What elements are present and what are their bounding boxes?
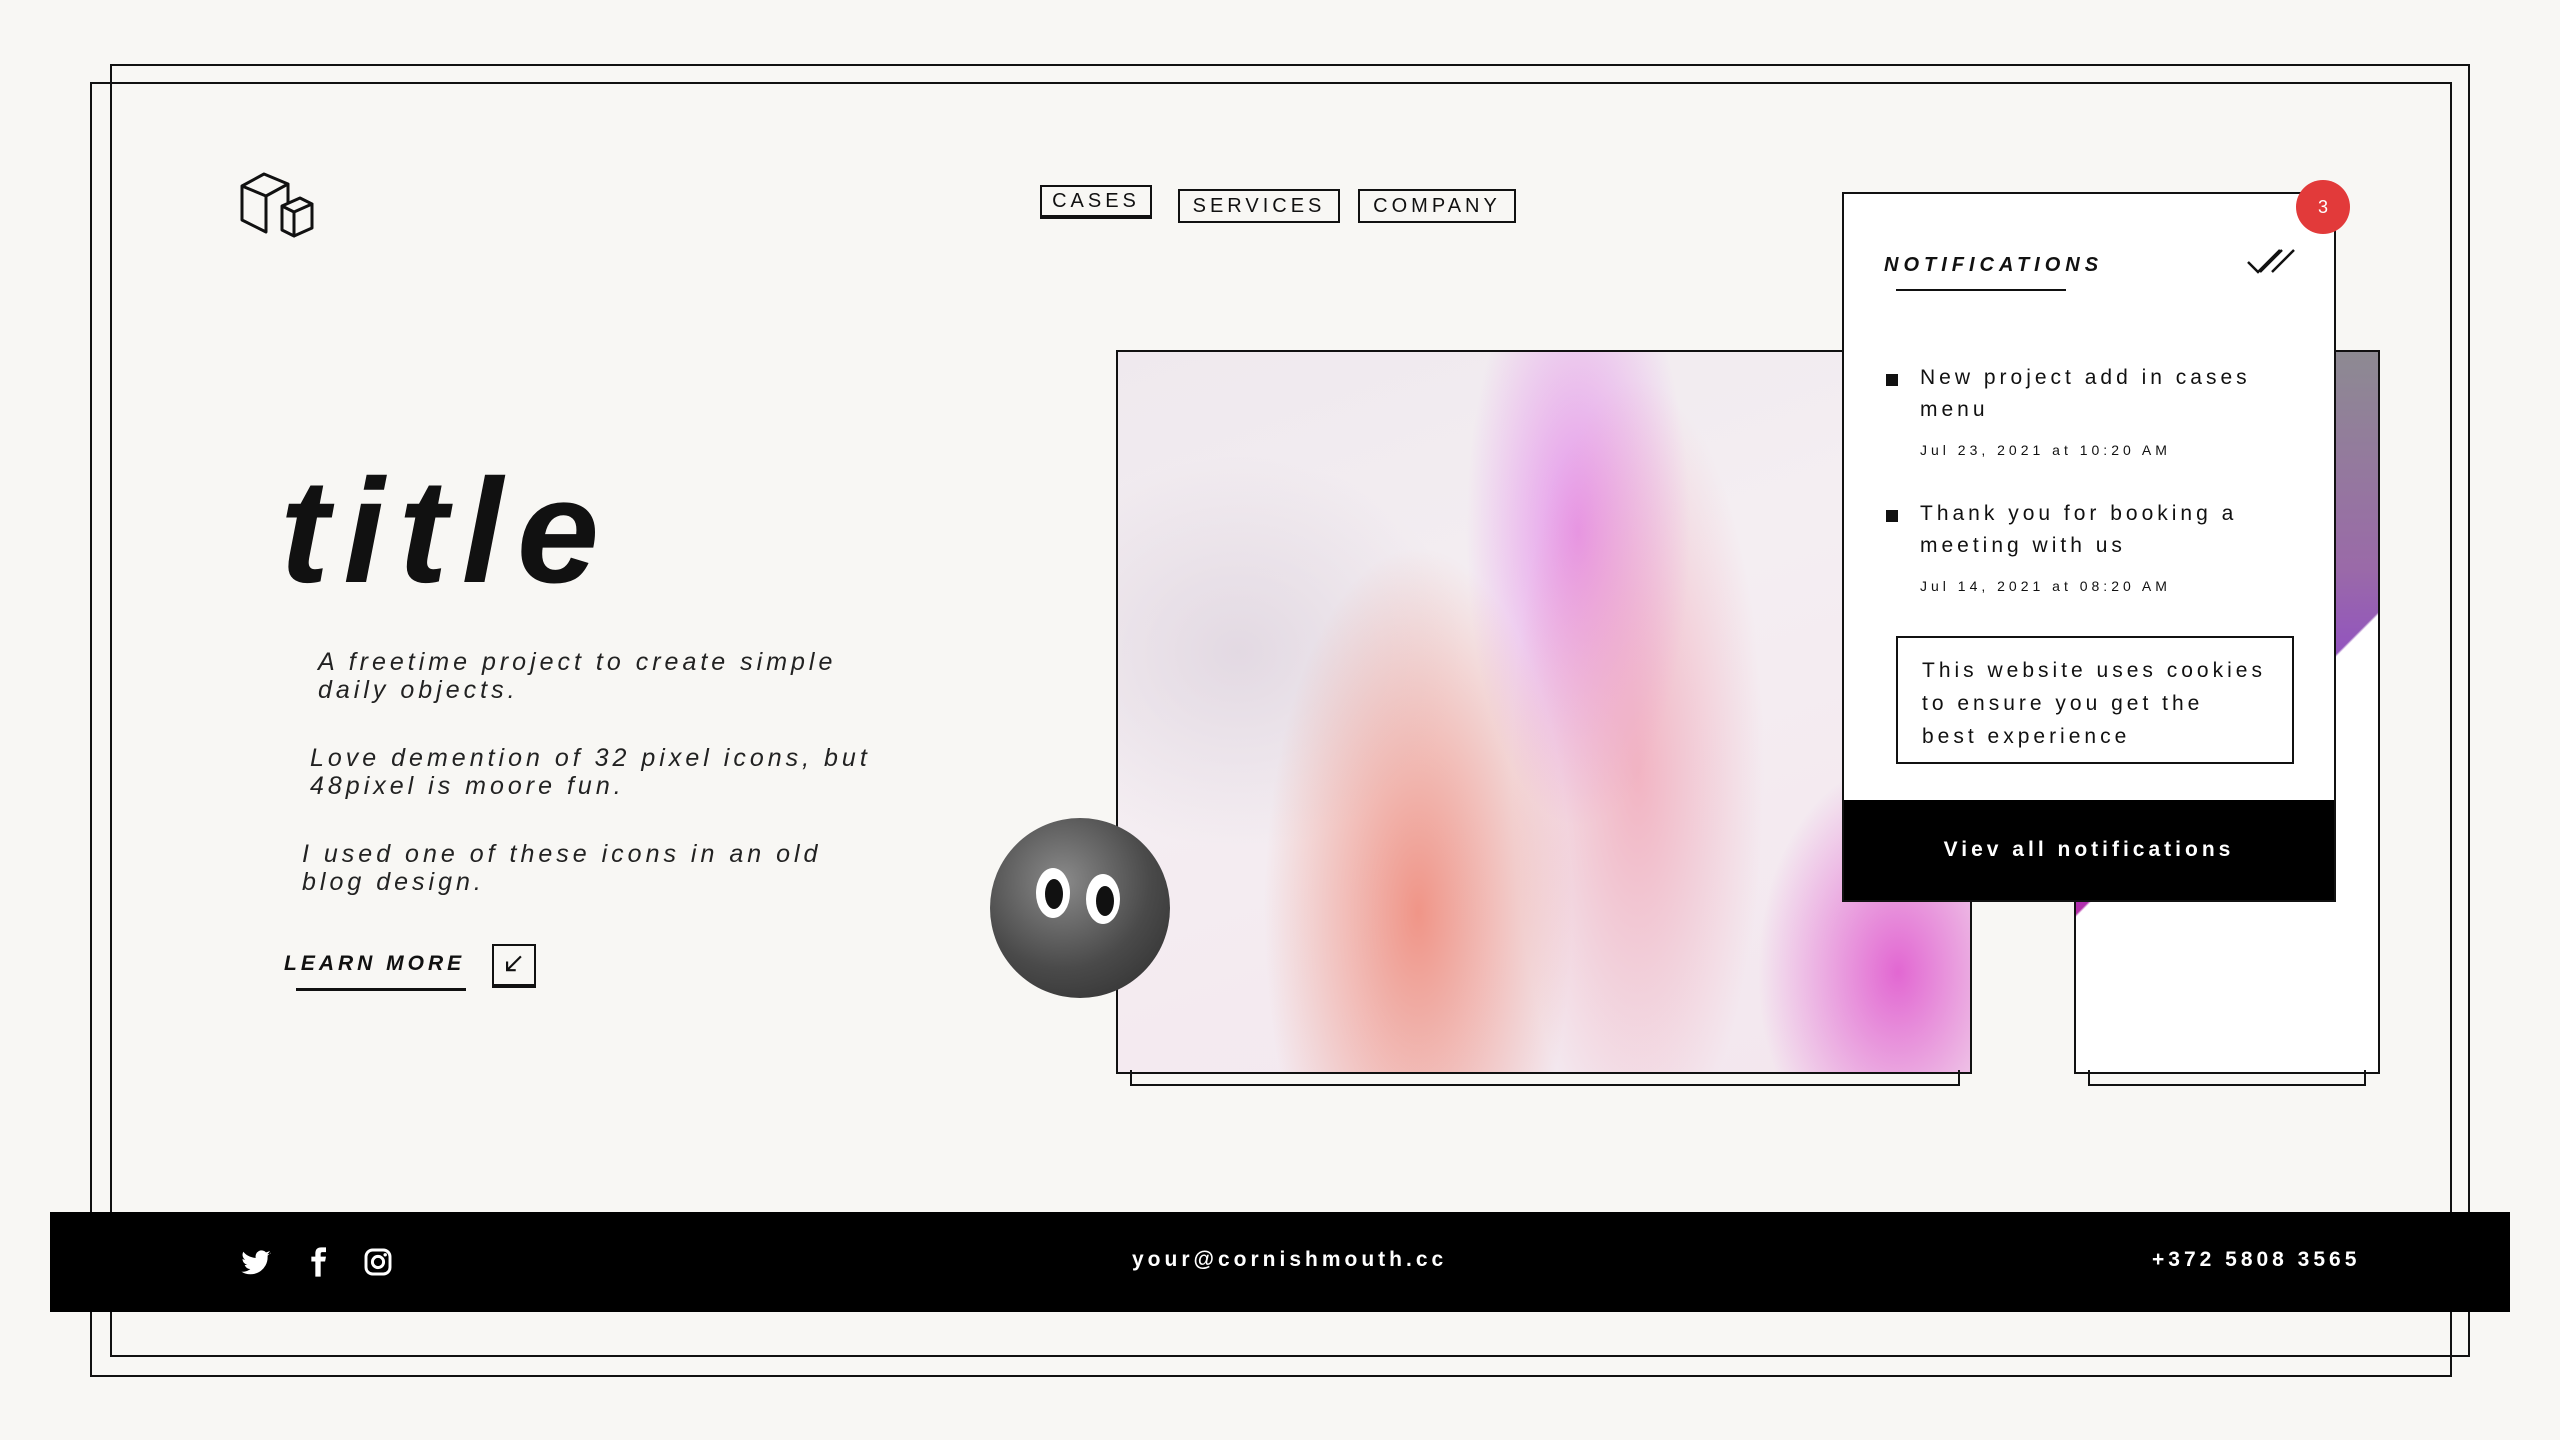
side-image-shadow bbox=[2088, 1070, 2366, 1086]
notifications-title: NOTIFICATIONS bbox=[1884, 254, 2104, 276]
footer: your@cornishmouth.cc +372 5808 3565 bbox=[50, 1212, 2510, 1312]
contact-email[interactable]: your@cornishmouth.cc bbox=[1132, 1248, 1447, 1272]
hero-paragraph: A freetime project to create simple dail… bbox=[318, 648, 837, 704]
notification-date: Jul 14, 2021 at 08:20 AM bbox=[1920, 578, 2171, 594]
contact-phone[interactable]: +372 5808 3565 bbox=[2152, 1248, 2360, 1272]
nav-company[interactable]: COMPANY bbox=[1358, 189, 1516, 223]
double-check-icon[interactable] bbox=[2246, 248, 2298, 278]
bullet bbox=[1886, 510, 1898, 522]
instagram-icon[interactable] bbox=[362, 1246, 394, 1278]
nav-cases[interactable]: CASES bbox=[1040, 185, 1152, 219]
notification-count-badge: 3 bbox=[2296, 180, 2350, 234]
notifications-title-underline bbox=[1896, 289, 2066, 291]
hero-paragraph: Love demention of 32 pixel icons, but 48… bbox=[310, 744, 871, 800]
view-all-notifications-button[interactable]: Viev all notifications bbox=[1844, 800, 2334, 900]
hero-image-shadow bbox=[1130, 1070, 1960, 1086]
nav-services[interactable]: SERVICES bbox=[1178, 189, 1340, 223]
cube-logo-icon[interactable] bbox=[238, 168, 318, 248]
page-title: title bbox=[280, 449, 614, 614]
learn-more-link[interactable]: LEARN MORE bbox=[284, 952, 465, 976]
facebook-icon[interactable] bbox=[302, 1246, 334, 1278]
bullet bbox=[1886, 374, 1898, 386]
notification-text: Thank you for booking a meeting with us bbox=[1920, 502, 2238, 557]
cookie-notice: This website uses cookies to ensure you … bbox=[1896, 636, 2294, 764]
hero-paragraph: I used one of these icons in an old blog… bbox=[302, 840, 822, 896]
learn-more-underline bbox=[296, 988, 466, 991]
notification-text: New project add in cases menu bbox=[1920, 366, 2251, 421]
twitter-icon[interactable] bbox=[240, 1246, 272, 1278]
arrow-down-left-icon[interactable] bbox=[492, 944, 536, 988]
notifications-panel: NOTIFICATIONS New project add in cases m… bbox=[1842, 192, 2336, 902]
eyes-ball-icon bbox=[990, 818, 1170, 998]
notification-date: Jul 23, 2021 at 10:20 AM bbox=[1920, 442, 2171, 458]
